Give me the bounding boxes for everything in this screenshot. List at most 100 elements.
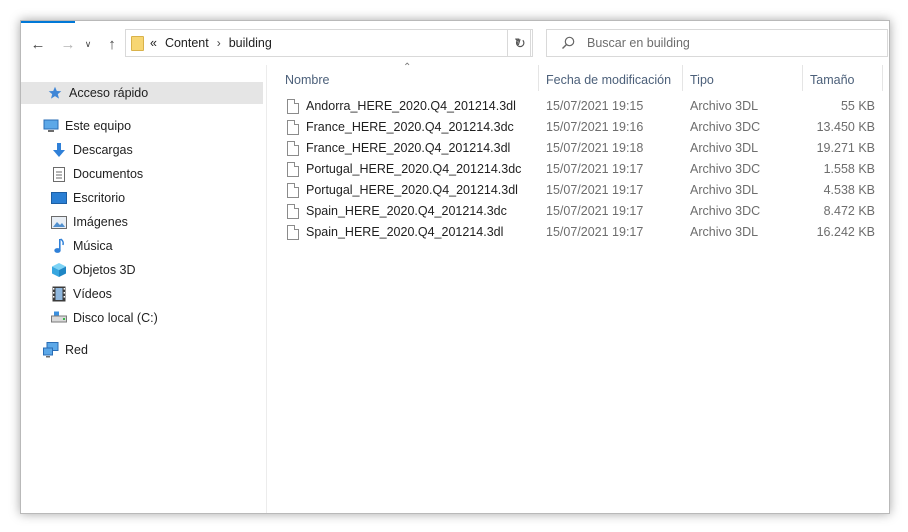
sidebar-item-videos[interactable]: Vídeos bbox=[21, 283, 263, 305]
file-type: Archivo 3DC bbox=[690, 120, 761, 134]
file-date: 15/07/2021 19:16 bbox=[546, 120, 644, 134]
sidebar-item-label: Documentos bbox=[73, 167, 144, 181]
column-divider[interactable] bbox=[802, 65, 803, 91]
sidebar-item-documents[interactable]: Documentos bbox=[21, 163, 263, 185]
file-type: Archivo 3DL bbox=[690, 141, 759, 155]
document-icon bbox=[51, 166, 67, 182]
search-placeholder[interactable]: Buscar en building bbox=[587, 36, 690, 50]
file-date: 15/07/2021 19:17 bbox=[546, 162, 644, 176]
column-header-name[interactable]: Nombre bbox=[285, 69, 329, 91]
file-type: Archivo 3DL bbox=[690, 183, 759, 197]
sidebar-item-3d-objects[interactable]: Objetos 3D bbox=[21, 259, 263, 281]
file-row[interactable]: Spain_HERE_2020.Q4_201214.3dl 15/07/2021… bbox=[283, 222, 883, 243]
computer-icon bbox=[43, 118, 59, 134]
file-icon bbox=[287, 225, 299, 240]
sidebar-item-pictures[interactable]: Imágenes bbox=[21, 211, 263, 233]
file-name: Spain_HERE_2020.Q4_201214.3dl bbox=[306, 225, 504, 239]
file-icon bbox=[287, 204, 299, 219]
sidebar-item-label: Música bbox=[73, 239, 113, 253]
folder-icon bbox=[131, 35, 144, 51]
column-header-size[interactable]: Tamaño bbox=[810, 69, 854, 91]
breadcrumb-item-building[interactable]: building bbox=[229, 36, 272, 50]
file-size: 55 KB bbox=[840, 99, 875, 113]
file-icon bbox=[287, 120, 299, 135]
sidebar-item-label: Escritorio bbox=[73, 191, 126, 205]
film-icon bbox=[51, 286, 67, 302]
file-type: Archivo 3DC bbox=[690, 162, 761, 176]
file-icon bbox=[287, 183, 299, 198]
sidebar-item-desktop[interactable]: Escritorio bbox=[21, 187, 263, 209]
sidebar-item-this-pc[interactable]: Este equipo bbox=[21, 115, 263, 137]
file-type: Archivo 3DC bbox=[690, 204, 761, 218]
recent-locations-button[interactable]: ∨ bbox=[81, 33, 95, 55]
network-icon bbox=[43, 342, 59, 358]
cube-icon bbox=[51, 262, 67, 278]
forward-button[interactable]: → bbox=[57, 33, 79, 55]
file-icon bbox=[287, 99, 299, 114]
column-header-type[interactable]: Tipo bbox=[690, 69, 714, 91]
music-note-icon bbox=[51, 238, 67, 254]
drive-icon bbox=[51, 310, 67, 326]
file-type: Archivo 3DL bbox=[690, 99, 759, 113]
up-button[interactable]: ↑ bbox=[101, 33, 123, 55]
file-explorer-window: ← → ∨ ↑ « Content › building ∨ ↻ Buscar … bbox=[20, 20, 890, 514]
sidebar-item-downloads[interactable]: Descargas bbox=[21, 139, 263, 161]
back-arrow-icon: ← bbox=[30, 35, 46, 53]
up-arrow-icon: ↑ bbox=[108, 35, 116, 53]
sidebar-item-label: Vídeos bbox=[73, 287, 112, 301]
file-name: Andorra_HERE_2020.Q4_201214.3dl bbox=[306, 99, 516, 113]
file-icon bbox=[287, 141, 299, 156]
sidebar-item-quick-access[interactable]: Acceso rápido bbox=[21, 82, 263, 104]
column-divider[interactable] bbox=[538, 65, 539, 91]
sidebar-item-label: Este equipo bbox=[65, 119, 132, 133]
address-bar[interactable]: « Content › building ∨ bbox=[125, 29, 531, 57]
refresh-button[interactable]: ↻ bbox=[507, 29, 533, 57]
file-row[interactable]: Portugal_HERE_2020.Q4_201214.3dl 15/07/2… bbox=[283, 180, 883, 201]
sidebar-item-network[interactable]: Red bbox=[21, 339, 263, 361]
breadcrumb-separator[interactable]: › bbox=[217, 36, 221, 50]
file-size: 8.472 KB bbox=[823, 204, 875, 218]
breadcrumb-item-content[interactable]: Content bbox=[165, 36, 209, 50]
sort-ascending-icon: ⌃ bbox=[403, 62, 412, 73]
breadcrumb-overflow[interactable]: « bbox=[150, 36, 157, 50]
column-header-date[interactable]: Fecha de modificación bbox=[546, 69, 671, 91]
pictures-icon bbox=[51, 214, 67, 230]
file-date: 15/07/2021 19:18 bbox=[546, 141, 644, 155]
sidebar-item-label: Acceso rápido bbox=[69, 86, 149, 100]
sidebar-item-label: Imágenes bbox=[73, 215, 128, 229]
download-arrow-icon bbox=[51, 142, 67, 158]
back-button[interactable]: ← bbox=[27, 33, 49, 55]
navigation-pane: Acceso rápido Este equipo Descargas Docu… bbox=[21, 65, 267, 513]
sidebar-item-label: Descargas bbox=[73, 143, 133, 157]
column-divider[interactable] bbox=[682, 65, 683, 91]
file-name: Spain_HERE_2020.Q4_201214.3dc bbox=[306, 204, 507, 218]
file-row[interactable]: France_HERE_2020.Q4_201214.3dl 15/07/202… bbox=[283, 138, 883, 159]
refresh-icon: ↻ bbox=[514, 34, 526, 51]
file-date: 15/07/2021 19:17 bbox=[546, 225, 644, 239]
star-icon bbox=[47, 85, 63, 101]
file-size: 1.558 KB bbox=[823, 162, 875, 176]
file-name: France_HERE_2020.Q4_201214.3dl bbox=[306, 141, 511, 155]
file-row[interactable]: Portugal_HERE_2020.Q4_201214.3dc 15/07/2… bbox=[283, 159, 883, 180]
sidebar-item-local-disk[interactable]: Disco local (C:) bbox=[21, 307, 263, 329]
sidebar-item-label: Disco local (C:) bbox=[73, 311, 158, 325]
file-icon bbox=[287, 162, 299, 177]
search-icon bbox=[561, 36, 575, 50]
forward-arrow-icon: → bbox=[60, 35, 76, 53]
file-name: Portugal_HERE_2020.Q4_201214.3dc bbox=[306, 162, 522, 176]
file-name: France_HERE_2020.Q4_201214.3dc bbox=[306, 120, 514, 134]
file-row[interactable]: Spain_HERE_2020.Q4_201214.3dc 15/07/2021… bbox=[283, 201, 883, 222]
sidebar-item-music[interactable]: Música bbox=[21, 235, 263, 257]
file-row[interactable]: Andorra_HERE_2020.Q4_201214.3dl 15/07/20… bbox=[283, 96, 883, 117]
file-date: 15/07/2021 19:17 bbox=[546, 204, 644, 218]
file-date: 15/07/2021 19:17 bbox=[546, 183, 644, 197]
search-box[interactable]: Buscar en building bbox=[546, 29, 888, 57]
file-name: Portugal_HERE_2020.Q4_201214.3dl bbox=[306, 183, 518, 197]
sidebar-item-label: Red bbox=[65, 343, 88, 357]
file-row[interactable]: France_HERE_2020.Q4_201214.3dc 15/07/202… bbox=[283, 117, 883, 138]
column-divider[interactable] bbox=[882, 65, 883, 91]
desktop-icon bbox=[51, 190, 67, 206]
file-type: Archivo 3DL bbox=[690, 225, 759, 239]
file-size: 16.242 KB bbox=[816, 225, 875, 239]
file-date: 15/07/2021 19:15 bbox=[546, 99, 644, 113]
